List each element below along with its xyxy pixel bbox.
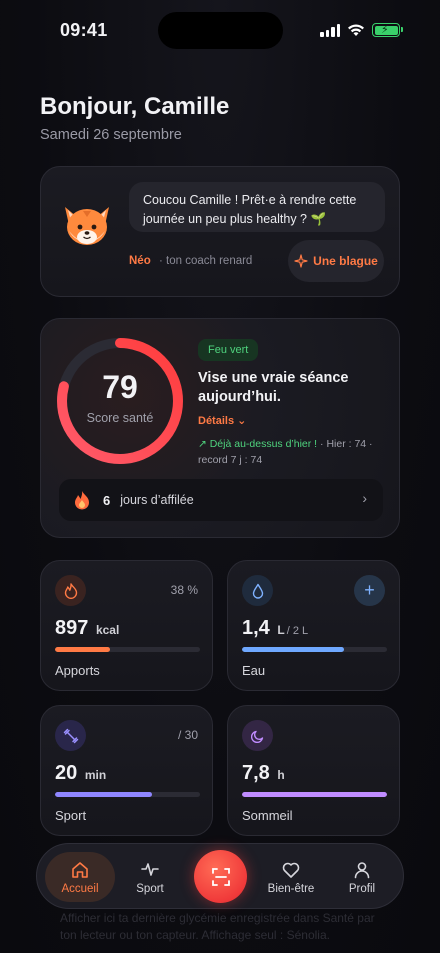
- tab-sport[interactable]: Sport: [115, 852, 185, 902]
- details-label: Détails: [198, 415, 235, 427]
- coach-card: Coucou Camille ! Prêt·e à rendre cette j…: [40, 166, 400, 297]
- water-label: Eau: [242, 663, 266, 678]
- score-value: 79: [102, 369, 138, 405]
- heart-icon: [282, 862, 300, 878]
- calories-tile[interactable]: 38 % 897 kcal Apports: [40, 560, 213, 691]
- calories-number: 897: [55, 617, 89, 639]
- joke-button-label: Une blague: [313, 254, 378, 268]
- calories-progress-fill: [55, 647, 111, 652]
- status-icons: ⚡: [320, 23, 403, 37]
- water-tile[interactable]: + 1,4 L/ 2 L Eau: [227, 560, 400, 691]
- sleep-progress-bar: [242, 792, 387, 797]
- water-unit: L: [277, 623, 285, 637]
- moon-icon: [242, 720, 273, 751]
- water-value: 1,4 L/ 2 L: [242, 617, 308, 640]
- sparkle-icon: [294, 254, 308, 268]
- greeting-title: Bonjour, Camille: [40, 93, 230, 120]
- scan-icon: [211, 867, 230, 886]
- trend-text: ↗ Déjà au-dessus d’hier ! · Hier : 74 · …: [198, 436, 393, 468]
- fire-icon: [55, 575, 86, 606]
- streak-label: jours d’affilée: [120, 493, 194, 507]
- health-score-card: 79 Score santé Feu vert Vise une vraie s…: [40, 318, 400, 538]
- water-progress-bar: [242, 647, 387, 652]
- add-water-button[interactable]: +: [354, 575, 385, 606]
- screen: 09:41 ⚡ Bonjour, Camille Samedi 26 septe…: [0, 0, 440, 953]
- score-label: Score santé: [86, 411, 154, 425]
- calories-percent: 38 %: [170, 583, 198, 597]
- sport-label: Sport: [55, 808, 87, 823]
- battery-icon: ⚡: [372, 23, 403, 37]
- chevron-right-icon: ›: [362, 490, 367, 506]
- water-number: 1,4: [242, 617, 270, 639]
- streak-count: 6: [103, 492, 111, 508]
- sleep-unit: h: [277, 768, 285, 782]
- streak-row[interactable]: 6 jours d’affilée ›: [59, 479, 383, 521]
- dumbbell-icon: [55, 720, 86, 751]
- sleep-tile[interactable]: 7,8 h Sommeil: [227, 705, 400, 836]
- coach-message: Coucou Camille ! Prêt·e à rendre cette j…: [129, 182, 385, 232]
- home-icon: [72, 861, 88, 878]
- calories-progress-bar: [55, 647, 200, 652]
- tab-sport-label: Sport: [136, 882, 164, 895]
- activity-icon: [141, 862, 159, 876]
- fox-avatar-icon: [65, 207, 109, 245]
- scan-button[interactable]: [194, 850, 247, 903]
- calories-label: Apports: [55, 663, 100, 678]
- joke-button[interactable]: Une blague: [288, 240, 384, 282]
- sport-number: 20: [55, 762, 78, 784]
- tab-wellbeing[interactable]: Bien-être: [256, 852, 326, 902]
- dynamic-island: [158, 12, 283, 49]
- wifi-icon: [348, 24, 364, 36]
- sport-unit: min: [84, 768, 107, 782]
- sleep-value: 7,8 h: [242, 762, 285, 785]
- user-icon: [354, 861, 370, 878]
- status-badge: Feu vert: [198, 339, 259, 361]
- sport-tile[interactable]: / 30 20 min Sport: [40, 705, 213, 836]
- bottom-tab-bar: Accueil Sport Bien-être Profil: [36, 843, 404, 909]
- sport-progress-bar: [55, 792, 200, 797]
- details-link[interactable]: Détails ⌄: [198, 414, 246, 427]
- sport-progress-fill: [55, 792, 153, 797]
- current-date: Samedi 26 septembre: [40, 127, 182, 143]
- tab-home-label: Accueil: [61, 882, 99, 895]
- flame-icon: [75, 491, 89, 510]
- calories-value: 897 kcal: [55, 617, 119, 640]
- water-progress-fill: [242, 647, 344, 652]
- advice-text: Vise une vraie séance aujourd’hui.: [198, 370, 349, 405]
- water-target: / 2 L: [286, 625, 309, 637]
- coach-role: · ton coach renard: [159, 255, 253, 267]
- sleep-label: Sommeil: [242, 808, 293, 823]
- calories-unit: kcal: [95, 623, 120, 637]
- sleep-number: 7,8: [242, 762, 270, 784]
- status-time: 09:41: [60, 20, 108, 40]
- sleep-progress-fill: [242, 792, 387, 797]
- coach-name: Néo: [129, 255, 151, 267]
- droplet-icon: [242, 575, 273, 606]
- tab-profile-label: Profil: [348, 882, 376, 895]
- glycemia-hint-text: Afficher ici ta dernière glycémie enregi…: [60, 911, 375, 942]
- sport-value: 20 min: [55, 762, 106, 785]
- tab-profile[interactable]: Profil: [327, 852, 397, 902]
- tab-home[interactable]: Accueil: [45, 852, 115, 902]
- trend-highlight: ↗ Déjà au-dessus d’hier !: [198, 438, 318, 450]
- tab-wellbeing-label: Bien-être: [267, 882, 315, 895]
- cellular-signal-icon: [320, 23, 340, 37]
- sport-goal: / 30: [177, 728, 198, 742]
- chevron-down-icon: ⌄: [237, 415, 247, 427]
